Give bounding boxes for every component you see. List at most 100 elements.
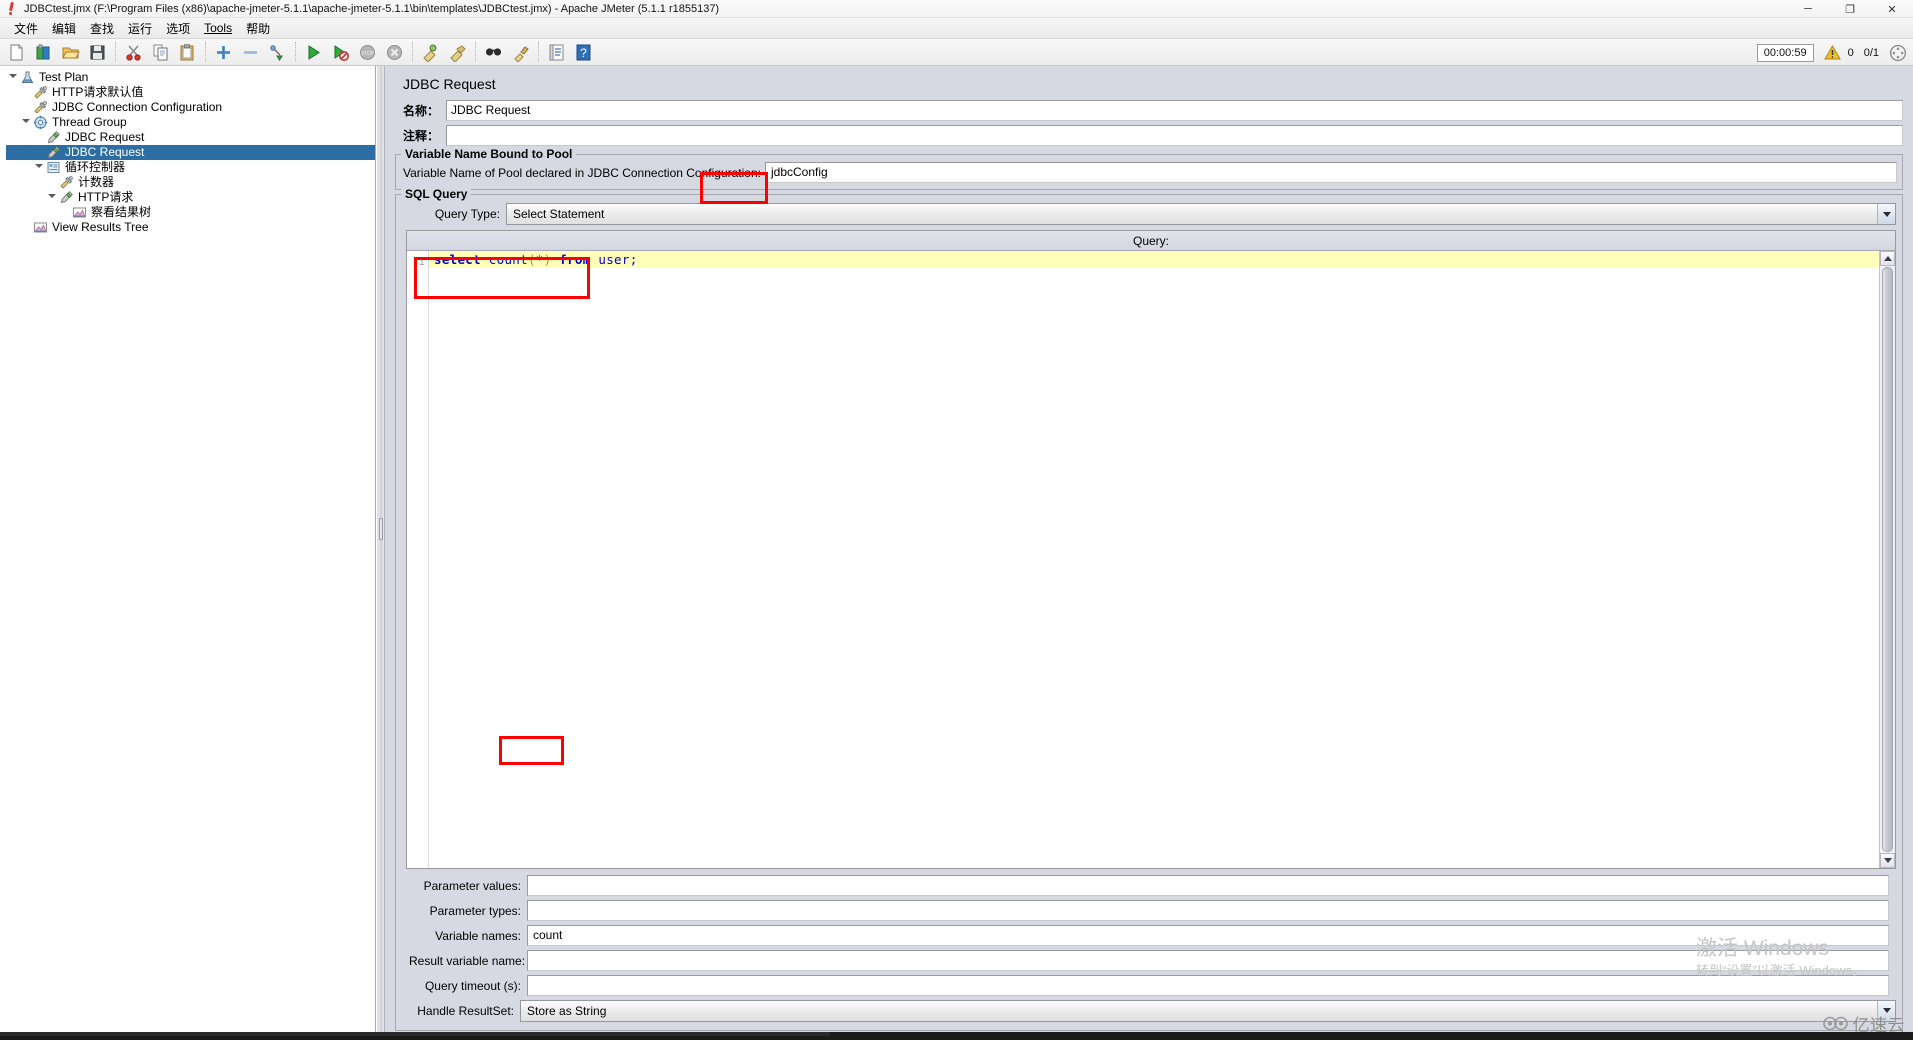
expand-all-icon[interactable] xyxy=(212,41,235,64)
name-label: 名称： xyxy=(403,104,440,118)
tree-node-http-request[interactable]: HTTP请求 xyxy=(6,190,375,205)
menu-edit[interactable]: 编辑 xyxy=(45,18,83,39)
tree-node-thread-group[interactable]: Thread Group xyxy=(6,115,375,130)
parameter-values-field[interactable] xyxy=(527,875,1889,896)
search-icon[interactable] xyxy=(482,41,505,64)
jmeter-window: JDBCtest.jmx (F:\Program Files (x86)\apa… xyxy=(0,0,1913,1040)
stop-icon[interactable]: STOP xyxy=(356,41,379,64)
shutdown-icon[interactable] xyxy=(383,41,406,64)
query-type-row: Query Type: Select Statement xyxy=(402,203,1896,225)
window-controls: ─ ❐ ✕ xyxy=(1787,0,1913,18)
sql-editor-body[interactable]: 1 select count(*) from user; xyxy=(407,251,1895,868)
tree-node-label: JDBC Request xyxy=(65,130,145,144)
result-variable-name-field-row: Result variable name: xyxy=(409,949,1889,972)
pool-row: Variable Name of Pool declared in JDBC C… xyxy=(401,162,1897,183)
copy-icon[interactable] xyxy=(149,41,172,64)
start-no-timers-icon[interactable] xyxy=(329,41,352,64)
start-icon[interactable] xyxy=(302,41,325,64)
scroll-up-button[interactable] xyxy=(1880,251,1895,266)
splitter-grip[interactable] xyxy=(379,518,383,540)
query-timeout-field-label: Query timeout (s): xyxy=(424,978,521,993)
sql-editor[interactable]: Query: 1 select count(*) from user; xyxy=(406,230,1896,869)
name-input[interactable]: JDBC Request xyxy=(446,100,1903,121)
cut-icon[interactable] xyxy=(122,41,145,64)
query-type-select[interactable]: Select Statement xyxy=(506,203,1896,225)
tree-node-http-request-defaults[interactable]: HTTP请求默认值 xyxy=(6,85,375,100)
close-button[interactable]: ✕ xyxy=(1871,0,1913,18)
toolbar-separator-6 xyxy=(538,42,539,62)
collapse-all-icon[interactable] xyxy=(239,41,262,64)
menu-options[interactable]: 选项 xyxy=(159,18,197,39)
tree-twisty-open-icon[interactable] xyxy=(19,115,32,130)
test-plan-tree[interactable]: Test Plan HTTP请求默认值 JDBC Connection Config… xyxy=(0,66,375,235)
open-icon[interactable] xyxy=(59,41,82,64)
result-variable-name-field[interactable] xyxy=(527,950,1889,971)
tree-twisty-open-icon[interactable] xyxy=(32,160,45,175)
function-helper-icon[interactable] xyxy=(545,41,568,64)
tree-node-loop-controller[interactable]: 循环控制器 xyxy=(6,160,375,175)
toolbar-group-clear xyxy=(417,40,471,65)
variable-names-field[interactable]: count xyxy=(527,925,1889,946)
line-number-1: 1 xyxy=(418,255,425,268)
panel-splitter[interactable] xyxy=(376,66,385,1040)
tree-twisty-open-icon[interactable] xyxy=(6,70,19,85)
elapsed-timer: 00:00:59 xyxy=(1756,43,1814,62)
maximize-button[interactable]: ❐ xyxy=(1829,0,1871,18)
query-timeout-field[interactable] xyxy=(527,975,1889,996)
templates-icon[interactable] xyxy=(32,41,55,64)
query-timeout-field-row: Query timeout (s): xyxy=(409,974,1889,997)
clear-all-icon[interactable] xyxy=(446,41,469,64)
menu-file[interactable]: 文件 xyxy=(7,18,45,39)
help-icon[interactable]: ? xyxy=(572,41,595,64)
tree-node-test-plan[interactable]: Test Plan xyxy=(6,70,375,85)
test-plan-tree-panel[interactable]: Test Plan HTTP请求默认值 JDBC Connection Config… xyxy=(0,66,376,1040)
menu-search[interactable]: 查找 xyxy=(83,18,121,39)
paste-icon[interactable] xyxy=(176,41,199,64)
tree-node-label: Thread Group xyxy=(52,115,127,129)
comment-input[interactable] xyxy=(446,125,1903,146)
menu-run[interactable]: 运行 xyxy=(121,18,159,39)
query-type-label: Query Type: xyxy=(434,207,500,221)
reset-search-icon[interactable] xyxy=(509,41,532,64)
minimize-button[interactable]: ─ xyxy=(1787,0,1829,18)
handle-resultset-select[interactable]: Store as String xyxy=(520,999,1896,1022)
handle-resultset-row: Handle ResultSet: Store as String xyxy=(402,999,1896,1022)
listener-icon xyxy=(32,220,49,235)
warning-status[interactable]: 0 xyxy=(1823,45,1854,60)
tree-node-counter[interactable]: 计数器 xyxy=(6,175,375,190)
remote-engines-icon[interactable] xyxy=(1889,44,1907,62)
clear-icon[interactable] xyxy=(419,41,442,64)
comment-row: 注释： xyxy=(395,125,1903,146)
chevron-down-icon[interactable] xyxy=(1877,204,1895,224)
pool-field-label: Variable Name of Pool declared in JDBC C… xyxy=(403,165,761,180)
sampler-icon xyxy=(45,145,62,160)
toolbar-status: 00:00:59 0 0/1 xyxy=(1756,39,1907,66)
pool-variable-name-input[interactable]: jdbcConfig xyxy=(764,162,1897,183)
sql-editor-scrollbar[interactable] xyxy=(1879,251,1895,868)
toolbar-group-help: ? xyxy=(543,40,597,65)
menu-help[interactable]: 帮助 xyxy=(239,18,277,39)
scroll-down-button[interactable] xyxy=(1880,853,1895,868)
scroll-thumb[interactable] xyxy=(1882,267,1893,852)
tree-node-view-results-tree-cn[interactable]: 察看结果树 xyxy=(6,205,375,220)
tree-node-jdbc-request-2[interactable]: JDBC Request xyxy=(6,145,375,160)
sampler-icon xyxy=(58,190,75,205)
sql-code-area[interactable]: select count(*) from user; xyxy=(429,251,1879,868)
sql-code-line[interactable]: select count(*) from user; xyxy=(429,251,1879,268)
toolbar-group-run: STOP xyxy=(300,40,408,65)
toolbar-group-edit xyxy=(120,40,201,65)
tree-node-jdbc-connection-configuration[interactable]: JDBC Connection Configuration xyxy=(6,100,375,115)
parameter-types-field[interactable] xyxy=(527,900,1889,921)
tree-node-label: JDBC Connection Configuration xyxy=(52,100,223,114)
line-number-gutter: 1 xyxy=(407,251,429,868)
thread-group-icon xyxy=(32,115,49,130)
menu-tools[interactable]: Tools xyxy=(197,19,239,37)
pool-group-body: Variable Name of Pool declared in JDBC C… xyxy=(396,155,1902,189)
tree-node-view-results-tree[interactable]: View Results Tree xyxy=(6,220,375,235)
tree-twisty-open-icon[interactable] xyxy=(45,190,58,205)
save-icon[interactable] xyxy=(86,41,109,64)
toggle-icon[interactable] xyxy=(266,41,289,64)
new-icon[interactable] xyxy=(5,41,28,64)
tree-node-jdbc-request-1[interactable]: JDBC Request xyxy=(6,130,375,145)
